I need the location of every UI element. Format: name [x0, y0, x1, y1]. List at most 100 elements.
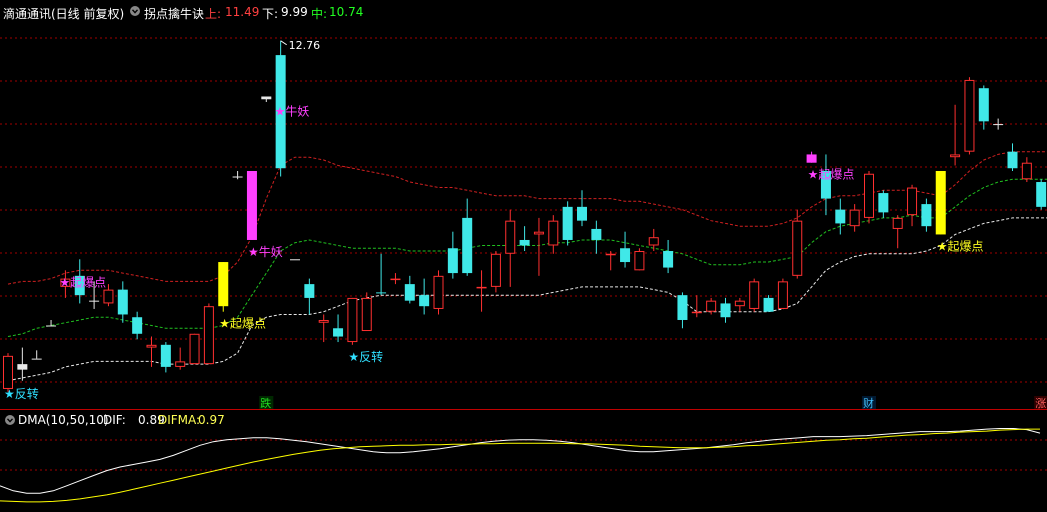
middle-value: 10.74	[329, 5, 364, 19]
candle	[978, 85, 989, 130]
candle	[548, 215, 559, 254]
candle	[720, 297, 731, 323]
gear-icon[interactable]	[129, 5, 141, 17]
candle-body	[376, 292, 387, 294]
candle	[290, 259, 300, 261]
dif-label: DIF:	[103, 413, 126, 427]
candle	[763, 295, 774, 312]
candle-body	[261, 96, 272, 100]
candle	[132, 311, 143, 340]
candle-body	[677, 295, 688, 320]
candle	[203, 303, 214, 365]
candle	[476, 270, 487, 312]
candle-body	[447, 248, 458, 274]
candle	[634, 248, 645, 271]
candle-body	[605, 253, 616, 256]
candle	[964, 77, 975, 155]
candle	[160, 342, 171, 373]
candle-body	[533, 231, 544, 235]
candle	[361, 292, 372, 332]
candle	[749, 278, 760, 312]
candle-body	[46, 325, 57, 327]
candle-body	[117, 289, 128, 315]
signal-label: ★起爆点	[808, 168, 855, 182]
candle-body	[907, 187, 918, 216]
signal-label: ★起爆点	[59, 276, 106, 290]
candle-body	[3, 355, 13, 389]
candle	[777, 278, 788, 309]
candle	[232, 170, 243, 180]
candle-body	[146, 344, 157, 348]
candle	[433, 270, 444, 315]
stock-title: 滴通通讯(日线 前复权)	[3, 7, 125, 21]
candle	[677, 292, 688, 329]
candle	[505, 209, 516, 287]
candle	[648, 228, 659, 252]
candle-body	[490, 253, 501, 287]
candle	[562, 201, 573, 246]
candle-body	[103, 289, 114, 304]
candle	[533, 217, 544, 276]
candle-body	[519, 239, 530, 246]
candle-body	[304, 284, 315, 298]
candle	[376, 253, 387, 296]
candle	[447, 231, 458, 279]
candle-body	[246, 170, 257, 240]
candle	[519, 226, 530, 252]
max-pointer	[280, 40, 287, 46]
candle-body	[849, 209, 860, 227]
candle-body	[419, 295, 430, 307]
chart-canvas: 12.76 ★反转★起爆点★起爆点★牛妖★牛妖★反转★起爆点★起爆点 跌财涨榜	[0, 37, 1047, 503]
candle-body	[333, 328, 344, 337]
lower-label: 下:	[262, 7, 279, 21]
candle-body	[777, 281, 788, 309]
candle-body	[390, 278, 401, 281]
candle	[1021, 157, 1032, 183]
annotations: ★反转 ★起爆点 ★起爆点 ★牛妖 ★牛妖 ★反转 ★起爆点 ★起爆点	[4, 104, 984, 401]
candle	[691, 295, 702, 318]
candle	[175, 347, 186, 370]
candle-body	[17, 364, 28, 370]
signal-label: ★牛妖	[248, 244, 283, 259]
candle-body	[404, 284, 415, 301]
candle-body	[993, 124, 1004, 126]
candle-body	[290, 259, 300, 261]
candle-body	[577, 206, 587, 221]
candle	[490, 251, 501, 293]
difma-value: 0.97	[198, 413, 225, 427]
candle	[907, 184, 918, 227]
candle-body	[203, 306, 214, 365]
candle-body	[591, 228, 602, 240]
candle-body	[476, 286, 487, 289]
candle-body	[792, 220, 803, 276]
candle	[835, 198, 846, 235]
candle-body	[89, 300, 100, 302]
candle	[663, 239, 674, 274]
candle-body	[734, 300, 745, 307]
candle	[46, 319, 57, 327]
lower-value: 9.99	[281, 5, 308, 19]
candle	[347, 297, 358, 345]
candle-body	[31, 358, 42, 360]
candle-body	[720, 303, 731, 318]
candle-body	[964, 79, 975, 152]
candle-body	[749, 281, 760, 309]
max-price-label: 12.76	[289, 39, 321, 52]
candle-body	[950, 154, 961, 158]
candle-body	[132, 317, 143, 334]
candle	[820, 154, 831, 216]
candle-body	[978, 88, 989, 122]
candle-body	[548, 220, 559, 246]
candle-body	[921, 204, 932, 227]
candle	[792, 209, 803, 279]
candle	[849, 204, 860, 232]
candle-body	[1007, 151, 1018, 169]
dif-line	[0, 428, 1041, 494]
candle-body	[505, 220, 516, 254]
candle-body	[1036, 182, 1047, 207]
dma-title: DMA(10,50,10)	[18, 413, 109, 427]
candle-body	[878, 193, 889, 213]
upper-band-line	[7, 151, 1047, 285]
candle	[31, 350, 42, 360]
gear-icon[interactable]	[4, 414, 16, 426]
